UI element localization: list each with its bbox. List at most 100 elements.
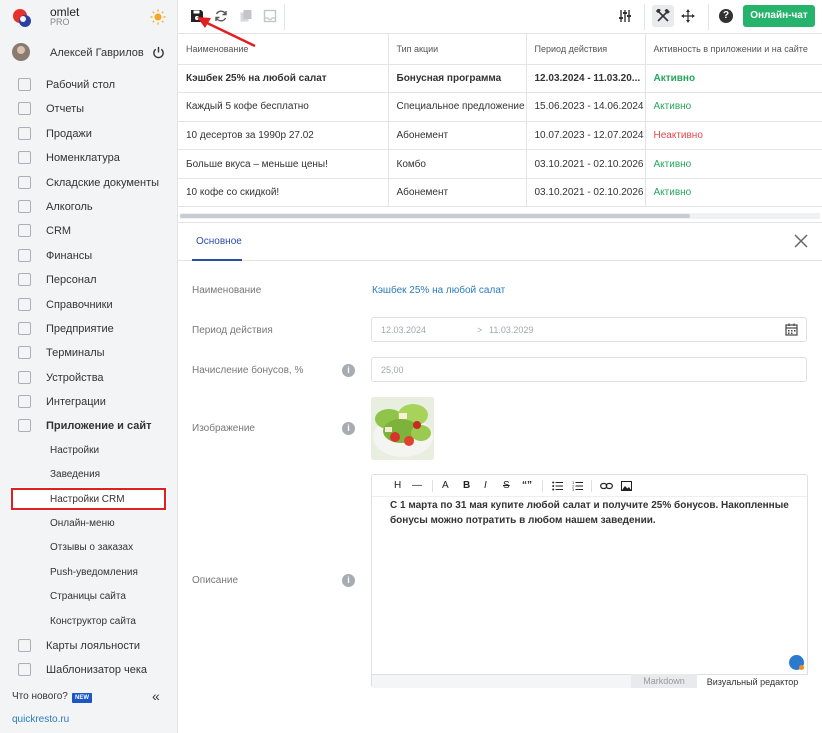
column-header-type[interactable]: Тип акции	[388, 34, 527, 65]
sidebar-item-references[interactable]: Справочники	[0, 292, 178, 316]
sidebar-item-enterprise[interactable]: Предприятие	[0, 316, 178, 340]
filter-sliders-icon[interactable]	[618, 9, 632, 23]
italic-button[interactable]: I	[484, 480, 487, 491]
power-icon[interactable]	[152, 46, 165, 59]
help-icon[interactable]: ?	[719, 9, 733, 23]
editor-divider	[432, 480, 433, 492]
sidebar-subitem-settings[interactable]: Настройки	[0, 438, 178, 462]
column-header-activity[interactable]: Активность в приложении и на сайте	[645, 34, 822, 65]
sidebar-item-integrations[interactable]: Интеграции	[0, 389, 178, 413]
scrollbar-thumb[interactable]	[180, 214, 690, 218]
sidebar-subitem-order-reviews[interactable]: Отзывы о заказах	[0, 535, 178, 559]
sidebar-subitem-push[interactable]: Push-уведомления	[0, 560, 178, 584]
omlet-logo-icon	[13, 9, 31, 27]
sidebar-subitem-online-menu[interactable]: Онлайн-меню	[0, 511, 178, 535]
sidebar-item-receipt-templates[interactable]: Шаблонизатор чека	[0, 657, 178, 681]
table-row[interactable]: Каждый 5 кофе бесплатно Специальное пред…	[178, 92, 822, 122]
quote-button[interactable]: “”	[522, 480, 532, 491]
heading-button[interactable]: H	[394, 480, 401, 491]
tools-button[interactable]	[652, 5, 674, 27]
hr-button[interactable]: —	[412, 480, 422, 491]
sidebar-subitem-crm-settings[interactable]: Настройки CRM	[10, 486, 167, 512]
image-icon[interactable]	[621, 481, 632, 491]
sidebar-item-staff[interactable]: Персонал	[0, 267, 178, 291]
sidebar-item-alcohol[interactable]: Алкоголь	[0, 194, 178, 218]
sidebar-subitem-site-builder[interactable]: Конструктор сайта	[0, 609, 178, 633]
description-text[interactable]: С 1 марта по 31 мая купите любой салат и…	[390, 498, 790, 528]
sidebar-subitem-label: Настройки	[50, 444, 100, 456]
sidebar-item-terminals[interactable]: Терминалы	[0, 340, 178, 364]
visual-editor-mode-tab[interactable]: Визуальный редактор	[697, 674, 808, 688]
table-row[interactable]: 10 десертов за 1990р 27.02 Абонемент 10.…	[178, 121, 822, 151]
period-to[interactable]: 11.03.2029	[489, 325, 533, 335]
cell-name: 10 кофе со скидкой!	[178, 178, 389, 208]
grammar-check-icon[interactable]	[789, 655, 804, 670]
cell-status: Неактивно	[645, 121, 822, 151]
sun-icon[interactable]	[150, 9, 166, 25]
markdown-mode-tab[interactable]: Markdown	[631, 674, 697, 688]
wallet-icon	[18, 248, 31, 262]
online-chat-button[interactable]: Онлайн-чат	[743, 5, 815, 27]
column-header-period[interactable]: Период действия	[526, 34, 646, 65]
sidebar-item-label: Алкоголь	[46, 200, 93, 213]
table-horizontal-scrollbar[interactable]	[180, 213, 820, 219]
info-icon[interactable]: i	[342, 574, 355, 587]
table-header-row: Наименование Тип акции Период действия А…	[178, 34, 822, 65]
user-row[interactable]: Алексей Гаврилов	[0, 38, 178, 66]
sidebar-item-reports[interactable]: Отчеты	[0, 96, 178, 120]
move-icon[interactable]	[681, 9, 695, 23]
period-from[interactable]: 12.03.2024	[381, 325, 426, 335]
info-icon[interactable]: i	[342, 364, 355, 377]
link-icon[interactable]	[600, 481, 613, 491]
tab-main[interactable]: Основное	[196, 236, 242, 247]
sidebar-subitem-site-pages[interactable]: Страницы сайта	[0, 584, 178, 608]
cell-name: Каждый 5 кофе бесплатно	[178, 92, 389, 122]
card-icon	[18, 638, 31, 652]
brand[interactable]: omlet PRO	[0, 0, 178, 34]
name-value[interactable]: Кэшбек 25% на любой салат	[372, 285, 505, 296]
collapse-sidebar-icon[interactable]: «	[152, 688, 160, 704]
people-icon	[18, 273, 31, 287]
info-icon[interactable]: i	[342, 422, 355, 435]
table-row[interactable]: 10 кофе со скидкой! Абонемент 03.10.2021…	[178, 178, 822, 208]
sidebar-item-crm[interactable]: CRM	[0, 218, 178, 242]
bold-button[interactable]: B	[463, 480, 470, 491]
sidebar-item-nomenclature[interactable]: Номенклатура	[0, 145, 178, 169]
bullet-list-icon[interactable]	[552, 481, 563, 491]
sidebar-item-label: Справочники	[46, 298, 113, 311]
sidebar-item-app-and-site[interactable]: Приложение и сайт	[0, 413, 178, 437]
text-color-button[interactable]: A	[442, 480, 449, 491]
period-separator: >	[477, 325, 483, 335]
cell-status: Активно	[645, 149, 822, 179]
period-date-range[interactable]: 12.03.2024 > 11.03.2029	[371, 317, 807, 342]
table-row[interactable]: Больше вкуса – меньше цены! Комбо 03.10.…	[178, 149, 822, 179]
toolbar: ? Онлайн-чат	[178, 0, 822, 34]
whats-new-link[interactable]: Что нового?	[12, 691, 68, 702]
sidebar-item-dashboard[interactable]: Рабочий стол	[0, 72, 178, 96]
salad-image[interactable]	[371, 397, 434, 460]
description-editor[interactable]: H — A B I S “” 123 С 1 марта по 31 мая к…	[371, 474, 808, 688]
sidebar-item-sales[interactable]: Продажи	[0, 121, 178, 145]
bonus-percent-input[interactable]: 25,00	[371, 357, 807, 382]
sidebar-item-label: Устройства	[46, 371, 104, 384]
cell-type: Абонемент	[388, 121, 527, 151]
sidebar-item-loyalty-cards[interactable]: Карты лояльности	[0, 633, 178, 657]
strikethrough-button[interactable]: S	[503, 480, 510, 491]
receipt-icon	[18, 663, 31, 677]
sidebar-item-devices[interactable]: Устройства	[0, 365, 178, 389]
sidebar-item-label: Приложение и сайт	[46, 420, 152, 433]
printer-icon	[18, 370, 31, 384]
inbox-icon[interactable]	[263, 9, 277, 23]
sidebar-item-warehouse-docs[interactable]: Складские документы	[0, 170, 178, 194]
site-link[interactable]: quickresto.ru	[12, 714, 69, 725]
sidebar-item-label: Рабочий стол	[46, 79, 116, 91]
sidebar-subitem-venues[interactable]: Заведения	[0, 462, 178, 486]
calendar-icon[interactable]	[785, 323, 798, 336]
sidebar-nav: Рабочий стол Отчеты Продажи Номенклатура…	[0, 72, 178, 682]
sidebar-subitem-label: Заведения	[50, 469, 101, 481]
numbered-list-icon[interactable]: 123	[572, 481, 583, 491]
close-icon[interactable]	[794, 234, 808, 248]
table-row[interactable]: Кэшбек 25% на любой салат Бонусная прогр…	[178, 64, 822, 94]
sidebar-item-label: Номенклатура	[46, 152, 120, 165]
sidebar-item-finance[interactable]: Финансы	[0, 243, 178, 267]
